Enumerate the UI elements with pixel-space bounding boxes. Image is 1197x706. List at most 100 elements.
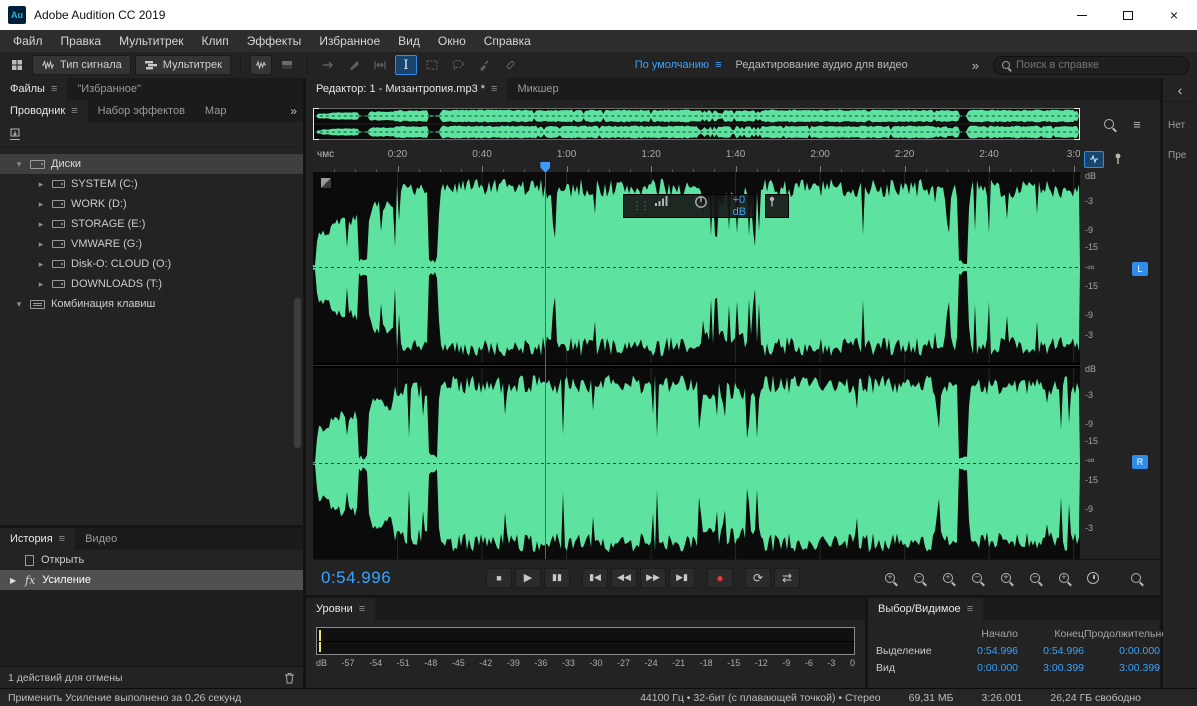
- subtab-2[interactable]: Мар: [195, 100, 237, 122]
- selection-value[interactable]: 0:54.996: [1018, 645, 1084, 657]
- zoom-out-point-button[interactable]: −: [1025, 569, 1045, 587]
- ruler-unit-label[interactable]: чмс: [317, 149, 334, 160]
- tree-item-drive-0[interactable]: ▸SYSTEM (C:): [0, 174, 303, 194]
- zoom-in-point-button[interactable]: +: [996, 569, 1016, 587]
- subtab-0[interactable]: Проводник≡: [0, 100, 88, 122]
- menu-item-0[interactable]: Файл: [4, 30, 52, 52]
- menu-item-5[interactable]: Избранное: [310, 30, 389, 52]
- show-waveform-display-button[interactable]: [250, 55, 272, 75]
- menu-item-1[interactable]: Правка: [52, 30, 111, 52]
- menu-item-6[interactable]: Вид: [389, 30, 429, 52]
- minimize-button[interactable]: [1059, 0, 1105, 30]
- tab-editor[interactable]: Редактор: 1 - Мизантропия.mp3 * ≡: [306, 78, 507, 100]
- tab-mixer[interactable]: Микшер: [507, 78, 568, 100]
- pin-hud-button[interactable]: [1112, 152, 1124, 166]
- zoom-selection-button[interactable]: +: [1054, 569, 1074, 587]
- close-button[interactable]: ×: [1151, 0, 1197, 30]
- chevron-right-icon[interactable]: ▸: [36, 279, 46, 290]
- volume-knob-icon[interactable]: [694, 195, 726, 217]
- maximize-button[interactable]: [1105, 0, 1151, 30]
- tab-levels[interactable]: Уровни ≡: [306, 598, 375, 620]
- panel-menu-icon[interactable]: ≡: [359, 603, 365, 615]
- paintbrush-selection-tool[interactable]: [473, 55, 495, 75]
- overview-menu-button[interactable]: ≡: [1133, 117, 1141, 132]
- selection-value[interactable]: 3:00.399: [1084, 662, 1160, 674]
- hud-pin-button[interactable]: [765, 194, 789, 218]
- history-item-open[interactable]: Открыть: [0, 550, 303, 570]
- overview-zoom-button[interactable]: [1099, 115, 1119, 133]
- chevron-down-icon[interactable]: ▾: [14, 299, 24, 310]
- zoom-reset-button[interactable]: [1126, 569, 1146, 587]
- tree-item-disks[interactable]: ▾ Диски: [0, 154, 303, 174]
- overview-navigator[interactable]: [313, 108, 1080, 140]
- collapsed-panel-label-1[interactable]: Пре: [1168, 150, 1196, 161]
- volume-hud[interactable]: ⋮⋮ +0 dB: [623, 194, 755, 218]
- history-item-amplify[interactable]: ▶ fx Усиление: [0, 570, 303, 590]
- fast-forward-button[interactable]: ▶▶: [640, 568, 666, 588]
- chevron-right-icon[interactable]: ▸: [36, 259, 46, 270]
- waveform-view-button[interactable]: Тип сигнала: [32, 55, 131, 75]
- tab-files[interactable]: Файлы ≡: [0, 78, 67, 100]
- timeline-ruler[interactable]: чмс 0:200:401:001:201:402:002:202:403:0: [313, 146, 1080, 172]
- help-search[interactable]: [993, 56, 1189, 75]
- menu-item-8[interactable]: Справка: [475, 30, 540, 52]
- chevron-right-icon[interactable]: ▸: [36, 199, 46, 210]
- menu-item-3[interactable]: Клип: [193, 30, 238, 52]
- tab-video[interactable]: Видео: [75, 528, 127, 550]
- hud-drag-handle[interactable]: ⋮⋮: [632, 201, 648, 212]
- skip-selection-button[interactable]: ⇄: [774, 568, 800, 588]
- subtab-1[interactable]: Набор эффектов: [88, 100, 195, 122]
- skip-to-end-button[interactable]: ▶▮: [669, 568, 695, 588]
- workspace-grid-icon[interactable]: [6, 55, 28, 75]
- chevron-right-icon[interactable]: ▸: [36, 219, 46, 230]
- menu-item-2[interactable]: Мультитрек: [110, 30, 192, 52]
- search-input[interactable]: [1016, 59, 1166, 71]
- chevron-down-icon[interactable]: ▾: [14, 159, 24, 170]
- chevron-right-icon[interactable]: ▸: [36, 239, 46, 250]
- menu-item-4[interactable]: Эффекты: [238, 30, 311, 52]
- toolbar-overflow-chevron[interactable]: »: [972, 58, 979, 73]
- hud-gain-value[interactable]: +0 dB: [733, 194, 746, 218]
- tree-item-drive-1[interactable]: ▸WORK (D:): [0, 194, 303, 214]
- menu-item-7[interactable]: Окно: [429, 30, 475, 52]
- pause-button[interactable]: ▮▮: [544, 568, 570, 588]
- rewind-button[interactable]: ◀◀: [611, 568, 637, 588]
- zoom-in-time-button[interactable]: +: [938, 569, 958, 587]
- move-tool[interactable]: [317, 55, 339, 75]
- slip-tool[interactable]: [369, 55, 391, 75]
- channel-left-button[interactable]: L: [1132, 262, 1148, 276]
- selection-value[interactable]: 0:54.996: [952, 645, 1018, 657]
- lasso-selection-tool[interactable]: [447, 55, 469, 75]
- selection-value[interactable]: 0:00.000: [952, 662, 1018, 674]
- expand-panel-button[interactable]: ‹: [1163, 78, 1197, 102]
- tree-item-drive-3[interactable]: ▸VMWARE (G:): [0, 234, 303, 254]
- multitrack-view-button[interactable]: Мультитрек: [135, 55, 231, 75]
- trash-icon[interactable]: [284, 672, 295, 684]
- playhead-marker[interactable]: [540, 162, 550, 172]
- hud-toggle-button[interactable]: [1084, 151, 1104, 168]
- playhead-line[interactable]: [545, 172, 546, 559]
- timer-button[interactable]: [1083, 569, 1103, 587]
- import-button[interactable]: [8, 128, 22, 141]
- zoom-in-button[interactable]: +: [880, 569, 900, 587]
- tree-item-shortcuts[interactable]: ▾ Комбинация клавиш: [0, 294, 303, 314]
- time-selection-tool[interactable]: I: [395, 55, 417, 75]
- record-button[interactable]: ●: [707, 568, 733, 588]
- panel-menu-icon[interactable]: ≡: [71, 105, 77, 117]
- panel-menu-icon[interactable]: ≡: [51, 83, 57, 95]
- loop-playback-button[interactable]: ⟳: [745, 568, 771, 588]
- files-scrollbar[interactable]: [294, 298, 301, 448]
- subtab-overflow-chevron[interactable]: »: [290, 104, 297, 118]
- chevron-right-icon[interactable]: ▸: [36, 179, 46, 190]
- zoom-out-time-button[interactable]: −: [967, 569, 987, 587]
- selection-value[interactable]: 3:00.399: [1018, 662, 1084, 674]
- tab-history[interactable]: История ≡: [0, 528, 75, 550]
- channel-right-button[interactable]: R: [1132, 455, 1148, 469]
- spot-healing-brush-tool[interactable]: [499, 55, 521, 75]
- play-button[interactable]: ▶: [515, 568, 541, 588]
- zoom-out-button[interactable]: −: [909, 569, 929, 587]
- tab-favorites[interactable]: "Избранное": [67, 78, 151, 100]
- tree-item-drive-5[interactable]: ▸DOWNLOADS (T:): [0, 274, 303, 294]
- panel-menu-icon[interactable]: ≡: [967, 603, 973, 615]
- tree-item-drive-2[interactable]: ▸STORAGE (E:): [0, 214, 303, 234]
